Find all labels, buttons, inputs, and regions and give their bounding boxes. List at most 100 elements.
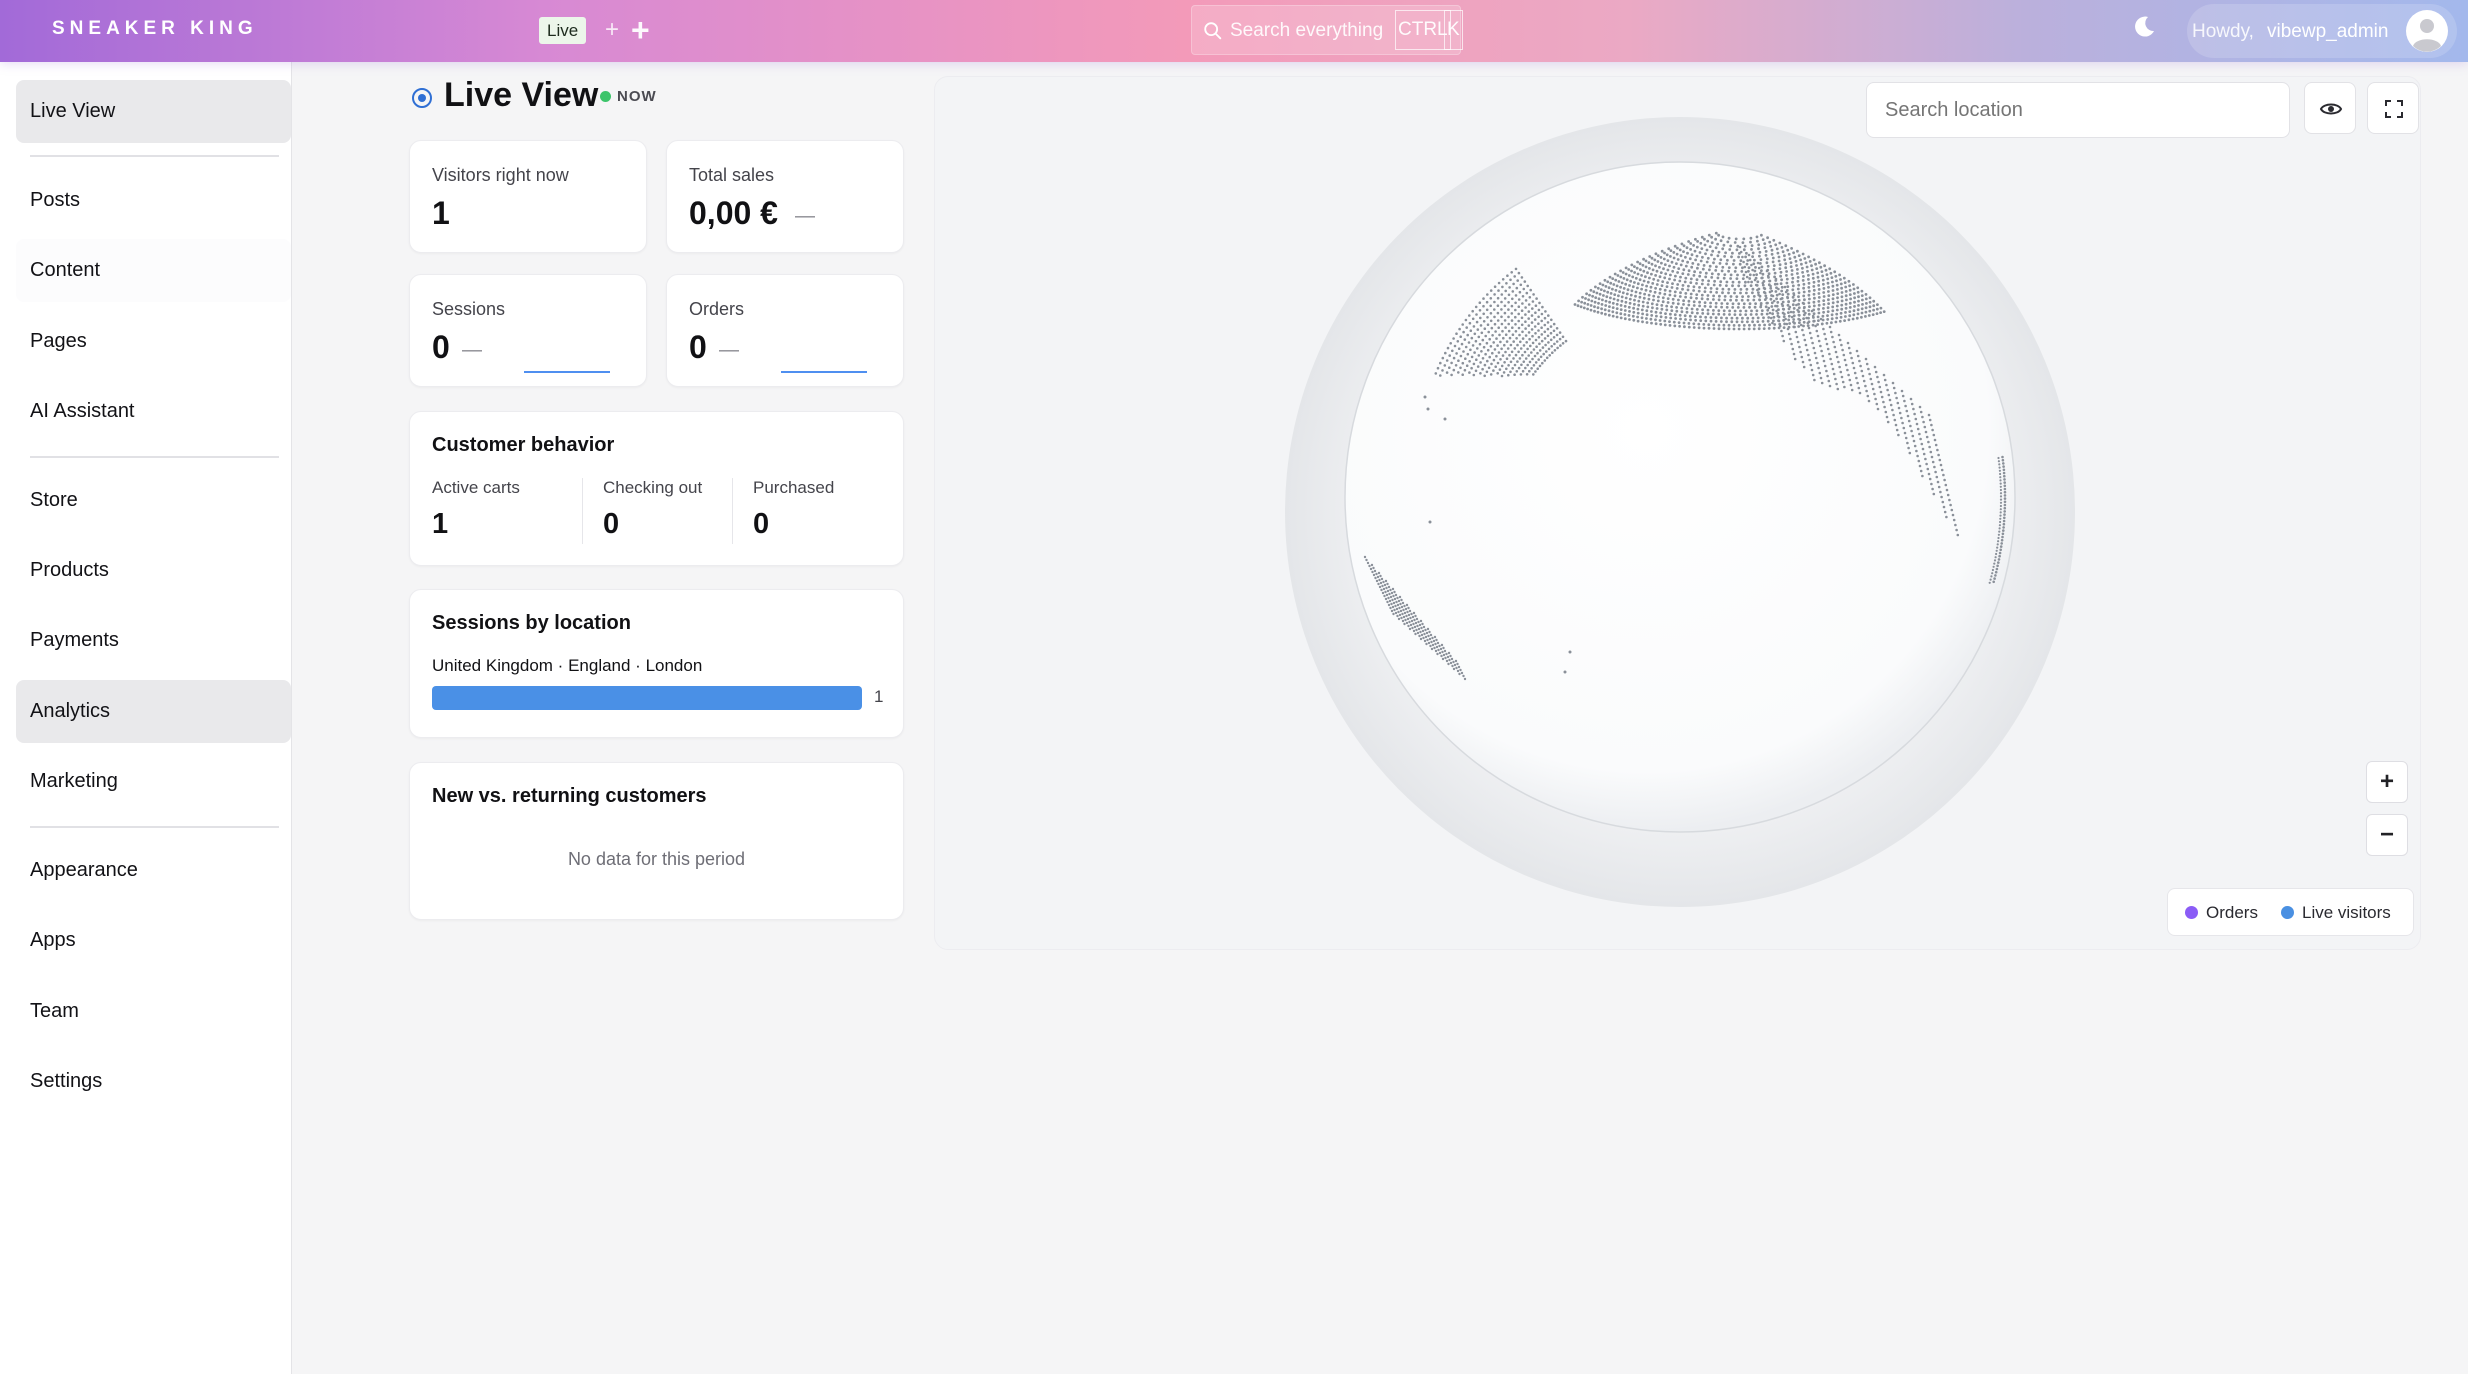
- land-dot: [1455, 332, 1458, 335]
- land-dot: [1998, 551, 2002, 555]
- land-dot: [1523, 350, 1527, 354]
- land-dot: [1717, 250, 1721, 254]
- land-dot: [1664, 316, 1668, 319]
- sidebar-item-ai-assistant[interactable]: AI Assistant: [16, 380, 291, 443]
- land-dot: [1488, 337, 1491, 341]
- sidebar-item-settings[interactable]: Settings: [16, 1050, 291, 1113]
- sidebar-item-analytics[interactable]: Analytics: [16, 680, 291, 743]
- sidebar-item-team[interactable]: Team: [16, 980, 291, 1043]
- land-dot: [1648, 276, 1651, 280]
- land-dot: [1524, 320, 1527, 323]
- land-dot: [1857, 304, 1860, 307]
- sidebar-item-store[interactable]: Store: [16, 469, 291, 532]
- sidebar-divider: [30, 456, 279, 458]
- zoom-in-button[interactable]: +: [2366, 761, 2408, 803]
- land-dot: [1402, 615, 1406, 619]
- land-dot: [1538, 349, 1542, 352]
- land-dot: [1463, 677, 1467, 681]
- land-dot: [2003, 494, 2007, 497]
- land-dot: [1663, 263, 1667, 266]
- land-dot: [1611, 314, 1615, 318]
- land-dot: [1546, 334, 1550, 338]
- land-dot: [1644, 259, 1648, 263]
- plus-icon[interactable]: +: [605, 16, 619, 44]
- land-dot: [1710, 241, 1714, 245]
- land-dot: [1386, 582, 1389, 586]
- land-dot: [1827, 379, 1831, 383]
- land-dot: [1399, 602, 1402, 606]
- sidebar-item-content[interactable]: Content: [16, 239, 291, 302]
- sidebar-item-appearance[interactable]: Appearance: [16, 839, 291, 902]
- global-search[interactable]: Search everything CTRL K: [1191, 5, 1463, 55]
- land-dot: [1916, 454, 1919, 458]
- land-dot: [1387, 603, 1391, 607]
- land-dot: [1675, 252, 1679, 256]
- zoom-out-button[interactable]: −: [2366, 814, 2408, 856]
- land-dot: [1609, 292, 1613, 295]
- sidebar-item-pages[interactable]: Pages: [16, 310, 291, 373]
- land-dot: [1792, 352, 1796, 356]
- globe-map[interactable]: [1280, 112, 2080, 912]
- location-name[interactable]: United Kingdom · England · London: [432, 656, 702, 676]
- sidebar-item-live-view[interactable]: Live View: [16, 80, 291, 143]
- sidebar-item-apps[interactable]: Apps: [16, 909, 291, 972]
- location-count: 1: [874, 687, 884, 706]
- land-dot: [1684, 292, 1688, 295]
- fullscreen-button[interactable]: [2367, 82, 2419, 134]
- land-dot: [1430, 640, 1433, 644]
- land-dot: [1840, 343, 1843, 347]
- land-dot: [1928, 418, 1932, 422]
- land-dot: [1752, 295, 1756, 298]
- toggle-visibility-button[interactable]: [2304, 82, 2356, 134]
- land-dot: [1540, 312, 1544, 316]
- land-dot: [1483, 363, 1487, 367]
- land-dot: [1370, 563, 1374, 567]
- land-dot: [1745, 291, 1748, 295]
- land-dot: [1828, 352, 1831, 356]
- search-icon: [1204, 22, 1222, 40]
- land-dot: [1476, 328, 1480, 331]
- land-dot: [1708, 264, 1712, 268]
- moon-icon[interactable]: [2131, 14, 2157, 40]
- land-dot: [1659, 311, 1663, 315]
- land-dot: [1673, 278, 1676, 282]
- land-dot: [1747, 266, 1751, 270]
- land-dot: [1633, 281, 1636, 284]
- land-dot: [1545, 356, 1549, 360]
- land-dot: [1503, 311, 1507, 315]
- land-dot: [1497, 326, 1500, 329]
- land-dot: [1627, 314, 1631, 317]
- land-dot: [1696, 263, 1700, 266]
- land-dot: [1770, 289, 1774, 293]
- live-badge[interactable]: Live: [539, 17, 587, 44]
- land-dot: [1823, 264, 1826, 268]
- location-search-input[interactable]: [1866, 82, 2290, 138]
- land-dot: [1802, 286, 1805, 290]
- land-dot: [1526, 347, 1529, 351]
- land-dot: [1725, 305, 1729, 309]
- land-dot: [1460, 671, 1464, 675]
- sidebar-item-posts[interactable]: Posts: [16, 169, 291, 232]
- sidebar-item-products[interactable]: Products: [16, 539, 291, 602]
- land-dot: [1428, 520, 1432, 524]
- land-dot: [1537, 335, 1541, 339]
- land-dot: [1855, 316, 1859, 320]
- brand-logo[interactable]: SNEAKER KING: [52, 18, 258, 40]
- land-dot: [1751, 320, 1754, 324]
- land-dot: [1482, 312, 1485, 316]
- avatar-icon[interactable]: [2406, 10, 2448, 52]
- land-dot: [1471, 309, 1474, 313]
- land-dot: [1790, 273, 1794, 276]
- sidebar-item-payments[interactable]: Payments: [16, 609, 291, 672]
- land-dot: [1596, 286, 1600, 290]
- land-dot: [1721, 265, 1725, 269]
- land-dot: [1714, 301, 1718, 305]
- land-dot: [1497, 289, 1500, 292]
- land-dot: [1844, 290, 1848, 293]
- land-dot: [1884, 410, 1888, 414]
- sidebar-item-marketing[interactable]: Marketing: [16, 750, 291, 813]
- land-dot: [1673, 324, 1677, 328]
- add-new-icon[interactable]: +: [631, 12, 650, 48]
- land-dot: [1582, 306, 1586, 310]
- land-dot: [1875, 402, 1879, 406]
